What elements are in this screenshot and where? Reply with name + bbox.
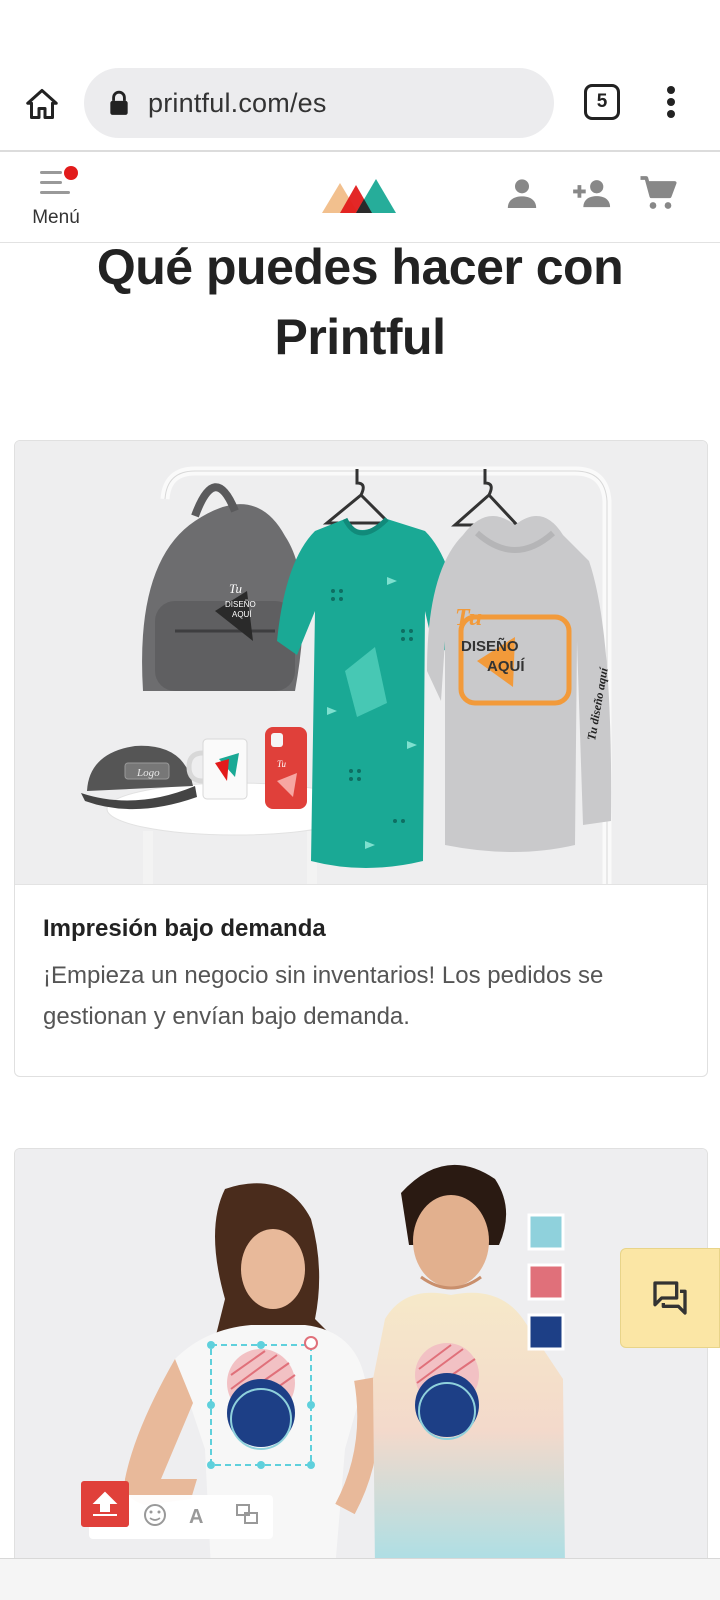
chat-button[interactable] [620, 1248, 720, 1348]
more-options-button[interactable] [656, 82, 686, 122]
lock-icon [110, 90, 128, 115]
card-description: ¡Empieza un negocio sin inventarios! Los… [43, 962, 604, 1030]
menu-label: Menú [32, 207, 80, 228]
svg-text:Tu: Tu [277, 759, 287, 769]
more-dot [667, 86, 675, 94]
card-body: Impresión bajo demanda ¡Empieza un negoc… [15, 885, 707, 1057]
tab-switcher-button[interactable]: 5 [584, 84, 620, 120]
address-bar[interactable]: printful.com/es [84, 68, 554, 138]
register-icon[interactable] [570, 173, 614, 213]
card-title: Impresión bajo demanda [43, 915, 326, 942]
card-image-design-tool: A [15, 1149, 707, 1568]
design-tool-illustration: A [81, 1164, 565, 1568]
svg-text:DISEÑO: DISEÑO [461, 637, 519, 655]
svg-text:DISEÑO: DISEÑO [225, 600, 256, 609]
chat-icon [653, 1281, 687, 1315]
system-nav-bar [0, 1558, 720, 1600]
home-icon [26, 89, 58, 119]
home-button[interactable] [18, 80, 66, 128]
page-title: Qué puedes hacer con Printful [96, 239, 624, 365]
account-icon[interactable] [502, 173, 542, 213]
menu-button[interactable]: Menú [20, 163, 92, 235]
status-bar [0, 0, 720, 60]
svg-text:Logo: Logo [136, 767, 160, 779]
cart-icon[interactable] [638, 173, 678, 213]
notification-dot [64, 166, 78, 180]
svg-text:A: A [189, 1506, 203, 1528]
svg-text:AQUÍ: AQUÍ [487, 658, 525, 675]
svg-text:AQUÍ: AQUÍ [232, 610, 252, 619]
products-illustration: Tu DISEÑO AQUÍ Logo Tu Tu DISEÑO AQUÍ Tu… [81, 466, 612, 884]
browser-toolbar: printful.com/es 5 [0, 60, 720, 152]
svg-text:Tu: Tu [455, 605, 482, 631]
card-image-products: Tu DISEÑO AQUÍ Logo Tu Tu DISEÑO AQUÍ Tu… [15, 441, 707, 885]
url-text: printful.com/es [148, 87, 327, 118]
feature-card-design-maker[interactable]: A [14, 1148, 708, 1568]
site-header: Menú [0, 153, 720, 243]
more-dot [667, 110, 675, 118]
tab-count: 5 [596, 91, 608, 112]
svg-text:Tu: Tu [229, 581, 243, 596]
feature-card-print-on-demand[interactable]: Tu DISEÑO AQUÍ Logo Tu Tu DISEÑO AQUÍ Tu… [14, 440, 708, 1077]
printful-logo[interactable] [322, 173, 400, 213]
more-dot [667, 98, 675, 106]
